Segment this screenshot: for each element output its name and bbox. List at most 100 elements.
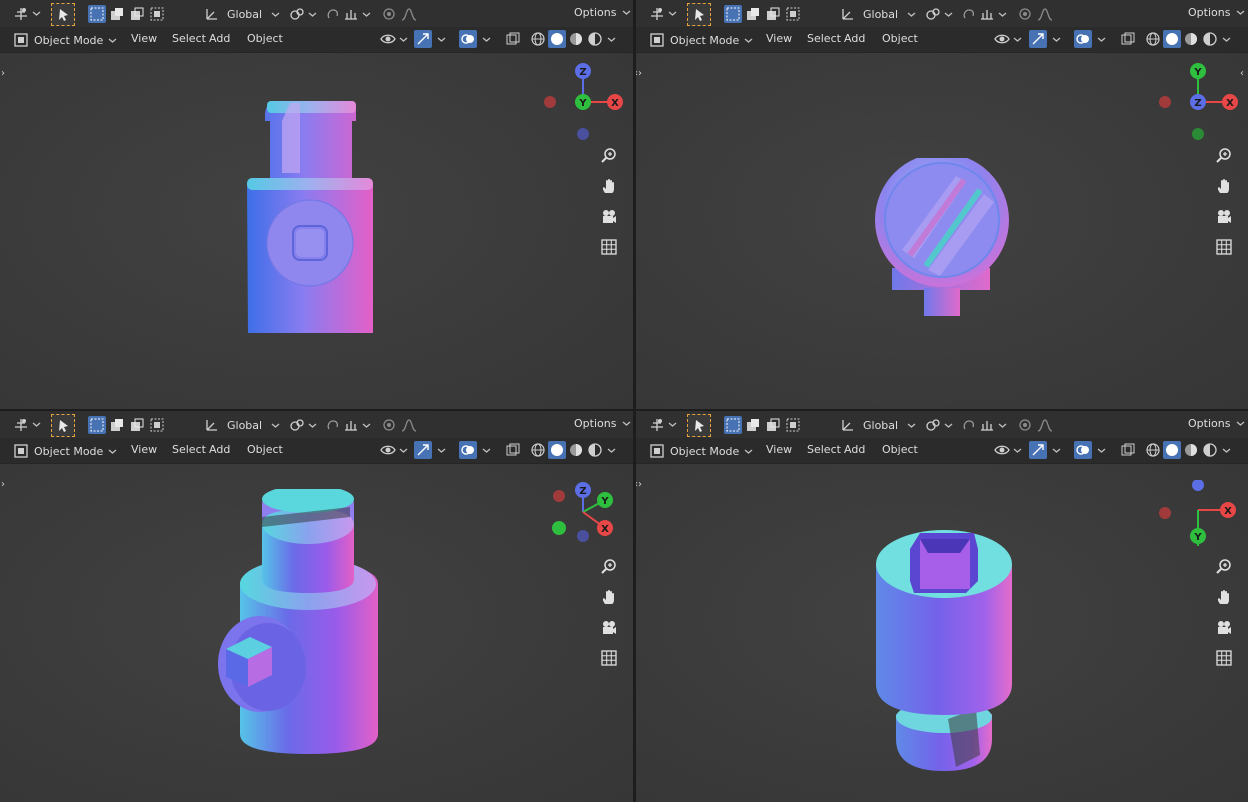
pan-tool[interactable] <box>1213 586 1235 608</box>
menu-add[interactable]: Add <box>209 32 247 45</box>
ortho-toggle[interactable] <box>598 647 620 669</box>
select-subtract-icon[interactable] <box>764 416 782 434</box>
rendered-shading-icon[interactable] <box>586 441 604 459</box>
orientation-dropdown[interactable]: Global <box>203 416 280 434</box>
solid-shading-icon[interactable] <box>548 441 566 459</box>
viewport-top-right[interactable]: Global Options Object Mode View Select A… <box>636 0 1248 409</box>
solid-shading-icon[interactable] <box>1163 30 1181 48</box>
ortho-toggle[interactable] <box>1213 236 1235 258</box>
select-invert-icon[interactable] <box>784 416 802 434</box>
select-box-icon[interactable] <box>88 416 106 434</box>
menu-object[interactable]: Object <box>882 443 918 456</box>
select-tool-button[interactable] <box>687 3 711 26</box>
transform-pivot-dropdown[interactable] <box>12 415 41 433</box>
select-extend-icon[interactable] <box>744 5 762 23</box>
solid-shading-icon[interactable] <box>1163 441 1181 459</box>
menu-object[interactable]: Object <box>247 32 283 45</box>
menu-select[interactable]: Select <box>172 32 209 45</box>
viewport-canvas[interactable]: › Z Y X <box>0 464 633 802</box>
visibility-dropdown[interactable] <box>379 441 408 459</box>
snap-dropdown[interactable] <box>960 416 1007 434</box>
viewport-canvas[interactable]: ‹› X Y <box>636 464 1248 802</box>
select-extend-icon[interactable] <box>108 416 126 434</box>
solid-shading-icon[interactable] <box>548 30 566 48</box>
zoom-tool[interactable] <box>1213 556 1235 578</box>
mode-dropdown[interactable]: Object Mode <box>648 442 753 460</box>
menu-select[interactable]: Select <box>172 443 209 456</box>
viewport-canvas[interactable]: ‹› ‹ Y Z X <box>636 53 1248 409</box>
material-shading-icon[interactable] <box>1182 441 1200 459</box>
model-top-view[interactable] <box>866 158 1016 323</box>
wireframe-shading-icon[interactable] <box>529 30 547 48</box>
pivot-point-dropdown[interactable] <box>924 5 953 23</box>
gizmo-toggle[interactable] <box>1029 441 1061 459</box>
wireframe-shading-icon[interactable] <box>529 441 547 459</box>
rendered-shading-icon[interactable] <box>1201 30 1219 48</box>
navigation-gizmo[interactable]: Y Z X <box>1155 61 1245 141</box>
snap-dropdown[interactable] <box>324 416 371 434</box>
viewport-bottom-left[interactable]: Global Options Object Mode View Select A… <box>0 411 633 802</box>
options-dropdown[interactable]: Options <box>574 417 631 430</box>
xray-toggle[interactable] <box>504 30 522 48</box>
select-extend-icon[interactable] <box>744 416 762 434</box>
camera-view-tool[interactable] <box>598 617 620 639</box>
transform-pivot-dropdown[interactable] <box>12 4 41 22</box>
select-box-icon[interactable] <box>88 5 106 23</box>
menu-add[interactable]: Add <box>844 443 882 456</box>
options-dropdown[interactable]: Options <box>1188 417 1245 430</box>
viewport-canvas[interactable]: › Z Y X <box>0 53 633 409</box>
menu-view[interactable]: View <box>131 443 172 456</box>
xray-toggle[interactable] <box>1119 441 1137 459</box>
snap-dropdown[interactable] <box>324 5 371 23</box>
zoom-tool[interactable] <box>598 556 620 578</box>
orientation-dropdown[interactable]: Global <box>203 5 280 23</box>
menu-add[interactable]: Add <box>844 32 882 45</box>
select-tool-button[interactable] <box>51 3 75 26</box>
menu-object[interactable]: Object <box>882 32 918 45</box>
select-invert-icon[interactable] <box>784 5 802 23</box>
menu-add[interactable]: Add <box>209 443 247 456</box>
options-dropdown[interactable]: Options <box>1188 6 1245 19</box>
camera-view-tool[interactable] <box>598 206 620 228</box>
pivot-point-dropdown[interactable] <box>288 416 317 434</box>
wireframe-shading-icon[interactable] <box>1144 30 1162 48</box>
pan-tool[interactable] <box>1213 175 1235 197</box>
gizmo-toggle[interactable] <box>1029 30 1061 48</box>
camera-view-tool[interactable] <box>1213 617 1235 639</box>
overlays-toggle[interactable] <box>1074 441 1106 459</box>
menu-select[interactable]: Select <box>807 32 844 45</box>
xray-toggle[interactable] <box>504 441 522 459</box>
viewport-top-left[interactable]: Global Options Object Mode View Select A… <box>0 0 633 409</box>
toolbar-collapse-icon[interactable]: ‹› <box>636 479 642 490</box>
options-dropdown[interactable]: Options <box>574 6 631 19</box>
overlays-toggle[interactable] <box>459 30 491 48</box>
zoom-tool[interactable] <box>1213 145 1235 167</box>
menu-view[interactable]: View <box>766 32 807 45</box>
pivot-point-dropdown[interactable] <box>288 5 317 23</box>
select-subtract-icon[interactable] <box>128 416 146 434</box>
pan-tool[interactable] <box>598 175 620 197</box>
xray-toggle[interactable] <box>1119 30 1137 48</box>
rendered-shading-icon[interactable] <box>586 30 604 48</box>
select-box-icon[interactable] <box>724 416 742 434</box>
transform-pivot-dropdown[interactable] <box>648 4 677 22</box>
menu-object[interactable]: Object <box>247 443 283 456</box>
menu-view[interactable]: View <box>131 32 172 45</box>
toolbar-expand-icon[interactable]: › <box>1 479 5 490</box>
select-box-icon[interactable] <box>724 5 742 23</box>
mode-dropdown[interactable]: Object Mode <box>648 31 753 49</box>
pan-tool[interactable] <box>598 586 620 608</box>
select-extend-icon[interactable] <box>108 5 126 23</box>
viewport-bottom-right[interactable]: Global Options Object Mode View Select A… <box>636 411 1248 802</box>
model-perspective-view[interactable] <box>210 489 390 764</box>
orientation-dropdown[interactable]: Global <box>839 416 916 434</box>
wireframe-shading-icon[interactable] <box>1144 441 1162 459</box>
proportional-edit-group[interactable] <box>380 416 418 434</box>
material-shading-icon[interactable] <box>1182 30 1200 48</box>
select-invert-icon[interactable] <box>148 416 166 434</box>
model-bottom-view[interactable] <box>866 509 1026 784</box>
navigation-gizmo[interactable]: X Y <box>1156 480 1246 548</box>
select-subtract-icon[interactable] <box>128 5 146 23</box>
material-shading-icon[interactable] <box>567 30 585 48</box>
navigation-gizmo[interactable]: Z Y X <box>545 480 625 548</box>
